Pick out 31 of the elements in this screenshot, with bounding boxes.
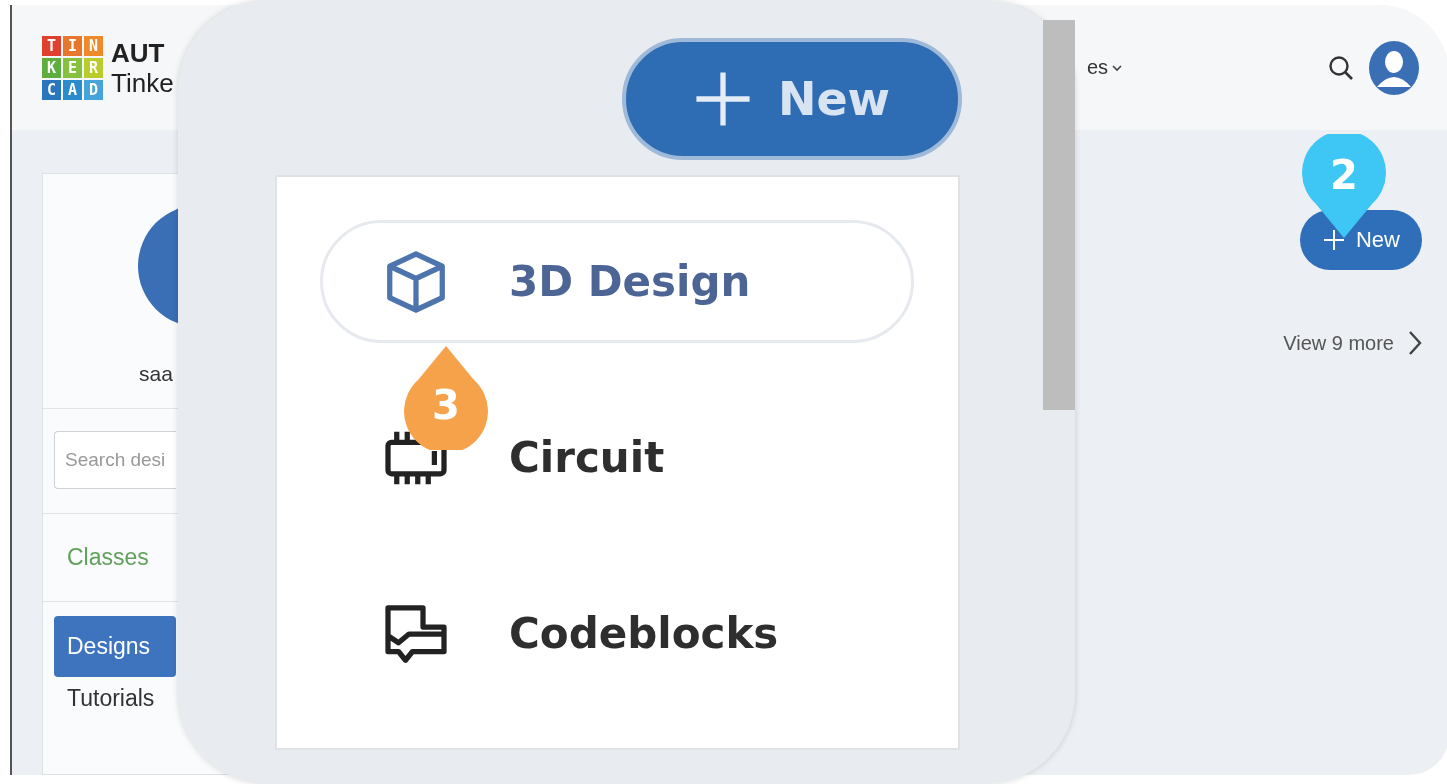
- nav-menu-label[interactable]: es: [1086, 56, 1122, 79]
- menu-item-highlight[interactable]: 3D Design: [320, 220, 914, 343]
- chevron-right-icon: [1408, 330, 1422, 356]
- view-more-link[interactable]: View 9 more: [1283, 330, 1422, 356]
- logo-tile: N: [84, 35, 103, 56]
- logo-tile: K: [42, 57, 61, 78]
- menu-item[interactable]: 3D Design: [509, 257, 751, 306]
- plus-icon: [1322, 228, 1346, 252]
- logo-tile: C: [42, 79, 61, 100]
- new-button[interactable]: New: [622, 38, 962, 160]
- search-field[interactable]: Search desi: [54, 431, 176, 489]
- search-icon[interactable]: [1327, 53, 1355, 82]
- logo-tile: R: [84, 57, 103, 78]
- plus-icon: [693, 70, 752, 128]
- step-marker: 3: [404, 344, 488, 450]
- logo-tile: D: [84, 79, 103, 100]
- menu-item[interactable]: Codeblocks: [509, 609, 779, 658]
- brand-subtitle: Tinke: [111, 67, 174, 98]
- logo-tile: T: [42, 35, 61, 56]
- logo-tile: E: [63, 57, 82, 78]
- logo-tile: I: [63, 35, 82, 56]
- brand-name: AUT: [111, 37, 166, 68]
- caret-icon: [1112, 63, 1122, 72]
- sidebar-item[interactable]: Classes: [67, 544, 149, 571]
- user-name: saa: [139, 362, 173, 386]
- avatar-icon[interactable]: [1367, 38, 1421, 97]
- menu-item[interactable]: Circuit: [509, 433, 665, 482]
- new-button[interactable]: New: [1300, 210, 1422, 270]
- sidebar-item[interactable]: Tutorials: [67, 685, 155, 712]
- logo-tile: A: [63, 79, 82, 100]
- sidebar-item[interactable]: Designs: [54, 616, 176, 677]
